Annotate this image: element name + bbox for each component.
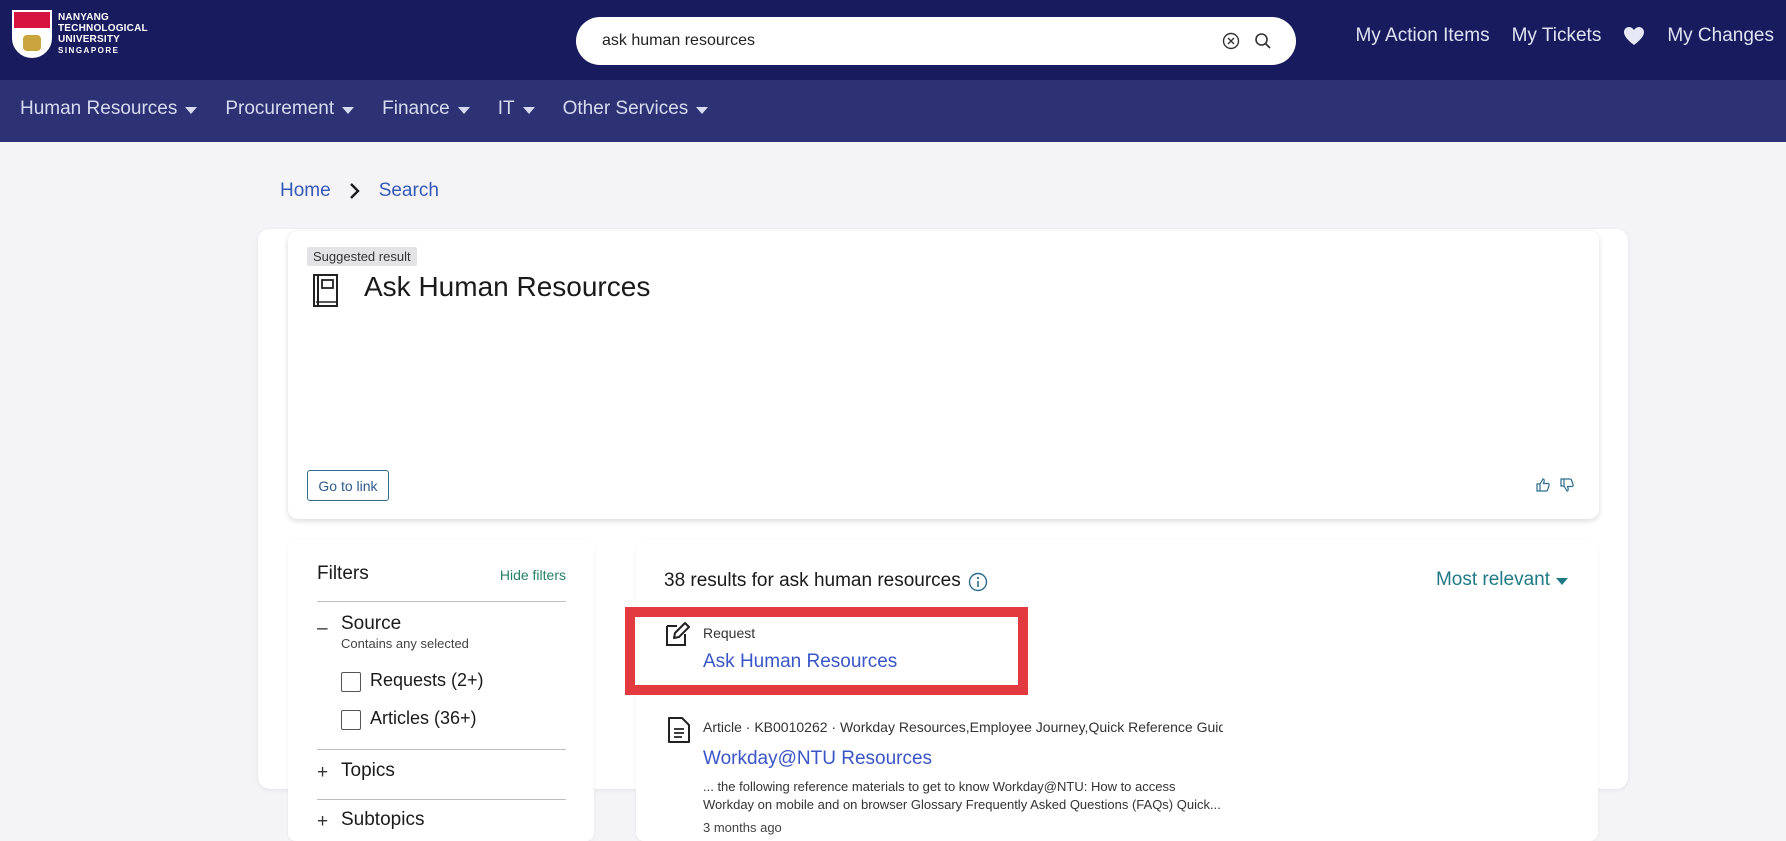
suggested-result-card: Suggested result Ask Human Resources Go … [288, 231, 1599, 519]
top-links: My Action Items My Tickets My Changes [1355, 22, 1774, 50]
info-icon[interactable] [968, 572, 988, 592]
breadcrumb-search[interactable]: Search [379, 180, 439, 202]
snippet-line: Workday on mobile and on browser Glossar… [703, 797, 1221, 812]
my-action-items-link[interactable]: My Action Items [1355, 25, 1489, 47]
sort-label: Most relevant [1435, 569, 1550, 590]
nav-human-resources[interactable]: Human Resources [20, 98, 198, 120]
source-sublabel: Contains any selected [341, 636, 469, 651]
suggested-title[interactable]: Ask Human Resources [364, 271, 650, 303]
thumbs-down-icon[interactable] [1559, 477, 1575, 493]
main-nav: Human Resources Procurement Finance IT O… [0, 80, 1786, 142]
filters-title: Filters [317, 563, 369, 584]
nav-label: Finance [382, 98, 450, 119]
articles-label[interactable]: Articles (36+) [370, 708, 477, 729]
search-bar [576, 17, 1296, 65]
chevron-right-icon [349, 183, 360, 199]
source-label[interactable]: Source [341, 613, 401, 635]
hide-filters-link[interactable]: Hide filters [500, 567, 566, 583]
caret-down-icon [342, 106, 355, 114]
highlight-box [625, 607, 1028, 695]
requests-label[interactable]: Requests (2+) [370, 670, 484, 691]
snippet-line: ... the following reference materials to… [703, 779, 1176, 794]
logo-text: NANYANG TECHNOLOGICAL UNIVERSITY SINGAPO… [58, 12, 148, 55]
breadcrumb: Home Search [280, 180, 439, 202]
topics-label[interactable]: Topics [341, 760, 395, 782]
nav-label: Human Resources [20, 98, 178, 119]
subtopics-expand-toggle[interactable]: + [317, 811, 328, 833]
caret-down-icon [522, 106, 535, 114]
caret-down-icon [696, 106, 709, 114]
nav-procurement[interactable]: Procurement [225, 98, 355, 120]
sort-dropdown[interactable]: Most relevant [1436, 569, 1568, 591]
top-header: NANYANG TECHNOLOGICAL UNIVERSITY SINGAPO… [0, 0, 1786, 80]
ntu-logo[interactable]: NANYANG TECHNOLOGICAL UNIVERSITY SINGAPO… [12, 9, 152, 59]
requests-checkbox[interactable] [341, 672, 361, 692]
divider [317, 601, 566, 602]
caret-down-icon [457, 106, 470, 114]
book-icon [313, 274, 338, 307]
nav-other-services[interactable]: Other Services [563, 98, 709, 120]
result-meta: Article · KB0010262 · Workday Resources,… [703, 719, 1223, 735]
subtopics-label[interactable]: Subtopics [341, 809, 424, 831]
heart-icon[interactable] [1623, 26, 1645, 46]
thumbs-up-icon[interactable] [1535, 477, 1551, 493]
nav-label: Procurement [225, 98, 335, 119]
source-collapse-toggle[interactable]: – [317, 618, 328, 640]
divider [317, 799, 566, 800]
result-snippet: ... the following reference materials to… [703, 778, 1263, 814]
caret-down-icon [1556, 577, 1568, 585]
go-to-link-button[interactable]: Go to link [307, 470, 389, 501]
crest-icon [12, 10, 52, 58]
results-count: 38 results for ask human resources [664, 570, 961, 591]
clear-icon[interactable] [1220, 30, 1242, 52]
nav-label: IT [497, 98, 515, 119]
articles-checkbox[interactable] [341, 710, 361, 730]
document-icon [668, 717, 690, 743]
breadcrumb-home[interactable]: Home [280, 180, 331, 202]
search-input[interactable] [602, 27, 1202, 55]
my-changes-link[interactable]: My Changes [1667, 25, 1774, 47]
nav-it[interactable]: IT [498, 98, 535, 120]
result-title-workday-ntu-resources[interactable]: Workday@NTU Resources [703, 748, 932, 770]
suggested-badge: Suggested result [307, 247, 417, 266]
filters-panel: Filters Hide filters – Source Contains a… [288, 540, 594, 841]
divider [317, 749, 566, 750]
feedback-buttons [1535, 477, 1575, 493]
topics-expand-toggle[interactable]: + [317, 762, 328, 784]
result-timestamp: 3 months ago [703, 820, 782, 835]
nav-finance[interactable]: Finance [382, 98, 470, 120]
my-tickets-link[interactable]: My Tickets [1512, 25, 1602, 47]
search-icon[interactable] [1252, 30, 1274, 52]
caret-down-icon [185, 106, 198, 114]
nav-label: Other Services [562, 98, 689, 119]
